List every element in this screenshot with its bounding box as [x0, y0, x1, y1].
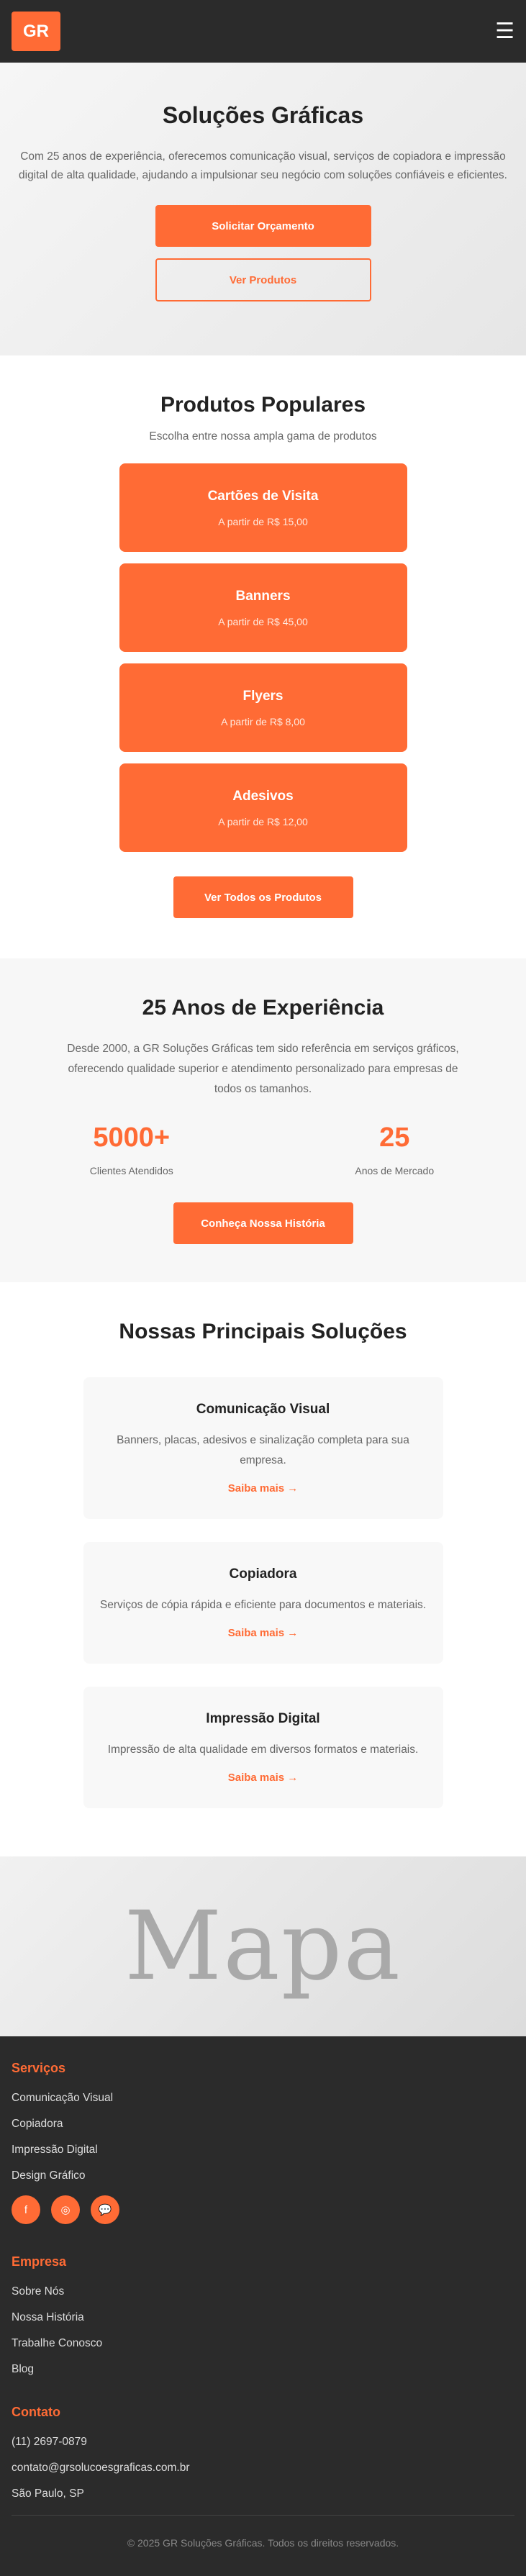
product-price: A partir de R$ 15,00 — [218, 515, 308, 527]
product-card-stickers[interactable]: Adesivos A partir de R$ 12,00 — [119, 763, 407, 852]
footer-link-careers[interactable]: Trabalhe Conosco — [12, 2337, 514, 2350]
solution-card-digital-printing: Impressão Digital Impressão de alta qual… — [83, 1687, 443, 1808]
learn-more-link[interactable]: Saiba mais → — [228, 1482, 299, 1495]
our-history-button[interactable]: Conheça Nossa História — [173, 1202, 353, 1244]
site-footer: Serviços Comunicação Visual Copiadora Im… — [0, 2036, 526, 2576]
footer-services: Serviços Comunicação Visual Copiadora Im… — [12, 2061, 514, 2182]
footer-link-copier[interactable]: Copiadora — [12, 2118, 514, 2131]
product-card-banners[interactable]: Banners A partir de R$ 45,00 — [119, 563, 407, 652]
solutions-section: Nossas Principais Soluções Comunicação V… — [0, 1282, 526, 1856]
stat-clients: 5000+ Clientes Atendidos — [24, 1123, 240, 1176]
hero-section: Soluções Gráficas Com 25 anos de experiê… — [0, 63, 526, 355]
hero-description: Com 25 anos de experiência, oferecemos c… — [19, 150, 507, 181]
product-name: Flyers — [242, 688, 284, 704]
stat-years: 25 Anos de Mercado — [286, 1123, 502, 1176]
products-title: Produtos Populares — [160, 393, 366, 417]
footer-contact: Contato (11) 2697-0879 contato@grsolucoe… — [12, 2405, 514, 2500]
solution-description: Banners, placas, adesivos e sinalização … — [117, 1434, 409, 1466]
product-name: Cartões de Visita — [207, 488, 319, 504]
footer-company: Empresa Sobre Nós Nossa História Trabalh… — [12, 2254, 514, 2376]
product-card-business-cards[interactable]: Cartões de Visita A partir de R$ 15,00 — [119, 463, 407, 552]
solution-card-copier: Copiadora Serviços de cópia rápida e efi… — [83, 1542, 443, 1664]
footer-link-visual-communication[interactable]: Comunicação Visual — [12, 2092, 514, 2105]
solution-title: Impressão Digital — [206, 1711, 320, 1726]
learn-more-link[interactable]: Saiba mais → — [228, 1627, 299, 1639]
solution-title: Copiadora — [229, 1566, 297, 1582]
footer-link-graphic-design[interactable]: Design Gráfico — [12, 2169, 514, 2182]
facebook-icon[interactable]: f — [12, 2195, 40, 2224]
solutions-title: Nossas Principais Soluções — [119, 1320, 407, 1343]
solution-description: Impressão de alta qualidade em diversos … — [107, 1743, 419, 1756]
footer-company-title: Empresa — [12, 2254, 67, 2269]
map-section[interactable]: Mapa — [0, 1856, 526, 2036]
solution-title: Comunicação Visual — [196, 1402, 330, 1417]
footer-link-digital-printing[interactable]: Impressão Digital — [12, 2144, 514, 2157]
logo[interactable]: GR — [12, 12, 60, 51]
product-price: A partir de R$ 45,00 — [218, 615, 308, 627]
site-header: GR ☰ — [0, 0, 526, 63]
footer-contact-title: Contato — [12, 2405, 60, 2419]
learn-more-link[interactable]: Saiba mais → — [228, 1772, 299, 1784]
product-name: Banners — [235, 588, 291, 604]
products-subtitle: Escolha entre nossa ampla gama de produt… — [149, 430, 377, 443]
copyright: © 2025 GR Soluções Gráficas. Todos os di… — [127, 2537, 399, 2549]
footer-link-about[interactable]: Sobre Nós — [12, 2285, 514, 2298]
request-quote-button[interactable]: Solicitar Orçamento — [155, 205, 371, 247]
stat-number: 25 — [379, 1123, 410, 1153]
footer-services-title: Serviços — [12, 2061, 66, 2075]
hero-title: Soluções Gráficas — [162, 102, 364, 128]
experience-title: 25 Anos de Experiência — [142, 996, 384, 1020]
stat-label: Anos de Mercado — [355, 1165, 435, 1176]
experience-section: 25 Anos de Experiência Desde 2000, a GR … — [0, 958, 526, 1282]
view-products-button[interactable]: Ver Produtos — [155, 258, 371, 301]
map-placeholder-label: Mapa — [124, 1891, 402, 2002]
product-price: A partir de R$ 8,00 — [221, 715, 305, 727]
solution-card-visual-communication: Comunicação Visual Banners, placas, ades… — [83, 1377, 443, 1519]
product-price: A partir de R$ 12,00 — [218, 815, 308, 827]
hamburger-menu-icon[interactable]: ☰ — [495, 20, 514, 42]
stats-row: 5000+ Clientes Atendidos 25 Anos de Merc… — [0, 1123, 526, 1176]
footer-divider — [12, 2515, 514, 2516]
product-name: Adesivos — [232, 788, 294, 804]
whatsapp-icon[interactable]: 💬 — [91, 2195, 119, 2224]
stat-label: Clientes Atendidos — [89, 1165, 173, 1176]
social-links: f ◎ 💬 — [12, 2195, 514, 2224]
products-section: Produtos Populares Escolha entre nossa a… — [0, 355, 526, 958]
instagram-icon[interactable]: ◎ — [51, 2195, 80, 2224]
contact-phone[interactable]: (11) 2697-0879 — [12, 2436, 514, 2449]
experience-description: Desde 2000, a GR Soluções Gráficas tem s… — [67, 1043, 459, 1095]
solution-description: Serviços de cópia rápida e eficiente par… — [99, 1599, 427, 1611]
footer-link-history[interactable]: Nossa História — [12, 2311, 514, 2324]
contact-email[interactable]: contato@grsolucoesgraficas.com.br — [12, 2462, 514, 2475]
view-all-products-button[interactable]: Ver Todos os Produtos — [173, 876, 353, 918]
product-card-flyers[interactable]: Flyers A partir de R$ 8,00 — [119, 663, 407, 752]
stat-number: 5000+ — [93, 1123, 171, 1153]
footer-link-blog[interactable]: Blog — [12, 2363, 514, 2376]
contact-location: São Paulo, SP — [12, 2487, 84, 2500]
